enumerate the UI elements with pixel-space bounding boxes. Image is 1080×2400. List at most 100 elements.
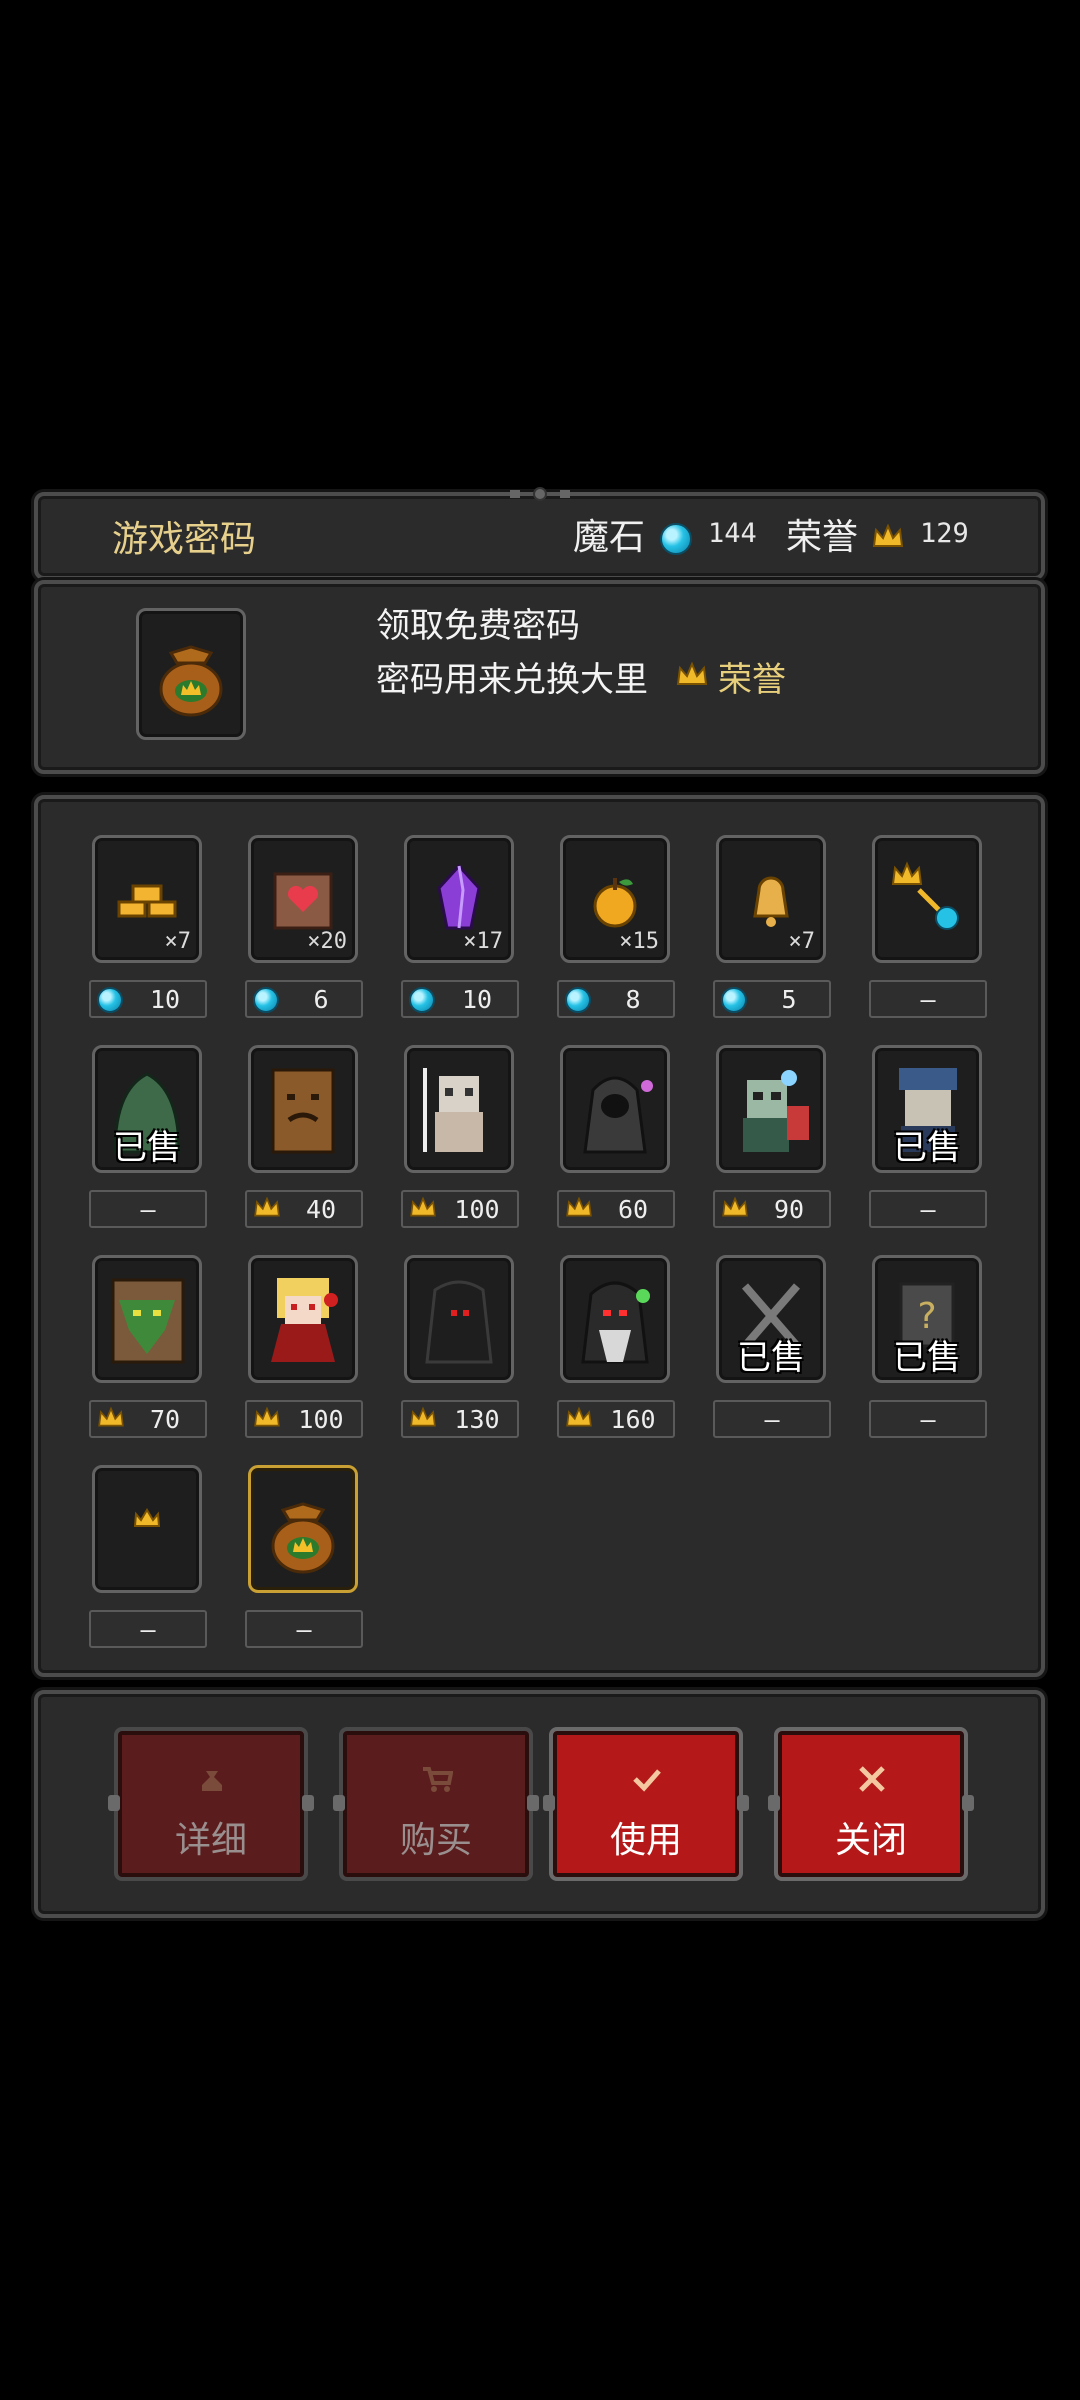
price-tag: 70 [89,1400,207,1438]
skeleton-knight-icon [423,1068,483,1152]
item-slot[interactable] [560,1045,670,1173]
price-tag: – [89,1190,207,1228]
button-rivet [527,1795,539,1811]
item-slot[interactable] [248,1465,358,1593]
item-slot[interactable] [248,1255,358,1383]
use-button[interactable]: 使用 [543,1727,749,1881]
item-slot[interactable] [560,1255,670,1383]
item-slot[interactable]: 已售 [872,1045,982,1173]
featured-item-slot[interactable] [136,608,246,740]
sold-label: 已售 [893,1128,961,1168]
price-tag: — [89,1610,207,1648]
item-slot[interactable]: 已售 [716,1255,826,1383]
button-rivet [737,1795,749,1811]
item-quantity: ×7 [164,929,192,954]
crown-icon [566,1407,592,1427]
item-slot[interactable] [92,1465,202,1593]
price-tag: 100 [401,1190,519,1228]
gold-bag-icon [159,645,223,717]
item-slot[interactable]: ×17 [404,835,514,963]
price-tag: 160 [557,1400,675,1438]
price-value: — [140,1614,156,1644]
price-tag: 5 [713,980,831,1018]
top-ornament [480,487,600,501]
price-value: 10 [461,984,493,1014]
price-value: — [920,984,936,1014]
price-tag: – [869,1190,987,1228]
price-tag: — [245,1610,363,1648]
price-value: – [920,1404,936,1434]
treant-icon [271,1068,335,1154]
item-quantity: ×20 [307,929,347,954]
info-line-1: 领取免费密码 [376,606,580,646]
page-title: 游戏密码 [112,519,257,560]
sold-label: 已售 [113,1128,181,1168]
zombie-soldier-icon [743,1070,809,1152]
close-button[interactable]: 关闭 [768,1727,974,1881]
price-tag: 60 [557,1190,675,1228]
price-value: 40 [305,1194,337,1224]
price-value: 100 [454,1194,500,1224]
crown-icon [133,1508,161,1527]
price-tag: 130 [401,1400,519,1438]
hooded-mage-icon [583,1076,653,1154]
price-value: – [920,1194,936,1224]
crown-icon [566,1197,592,1217]
price-tag: – [713,1400,831,1438]
item-slot[interactable] [404,1255,514,1383]
item-slot[interactable] [872,835,982,963]
item-slot[interactable]: ×7 [716,835,826,963]
item-slot[interactable] [404,1045,514,1173]
item-slot[interactable]: 已售 [92,1045,202,1173]
detail-button[interactable]: 详细 [108,1727,314,1881]
price-tag: — [869,980,987,1018]
crown-icon [722,1197,748,1217]
item-slot[interactable] [248,1045,358,1173]
gem-icon [97,987,123,1013]
price-value: 10 [149,984,181,1014]
button-rivet [543,1795,555,1811]
info-line-2: 密码用来兑换大里 [376,660,648,700]
price-value: – [764,1404,780,1434]
item-slot[interactable]: ×15 [560,835,670,963]
price-tag: 8 [557,980,675,1018]
item-slot[interactable] [716,1045,826,1173]
item-quantity: ×15 [619,929,659,954]
item-slot[interactable]: ? 已售 [872,1255,982,1383]
sold-label: 已售 [893,1338,961,1378]
price-tag: 90 [713,1190,831,1228]
price-tag: 100 [245,1400,363,1438]
price-tag: 6 [245,980,363,1018]
price-tag: 10 [89,980,207,1018]
price-value: 90 [773,1194,805,1224]
item-slot[interactable]: ×7 [92,835,202,963]
use-label: 使用 [609,1820,682,1861]
sold-label: 已售 [737,1338,805,1378]
crown-icon [410,1407,436,1427]
magic-stone-label: 魔石 [573,517,646,558]
price-value: 100 [298,1404,344,1434]
button-rivet [302,1795,314,1811]
crown-icon [98,1407,124,1427]
price-value: 70 [149,1404,181,1434]
crown-icon [254,1407,280,1427]
gem-icon [721,987,747,1013]
price-value: — [296,1614,312,1644]
buy-button[interactable]: 购买 [333,1727,539,1881]
magic-stone-count: 144 [708,518,757,549]
button-rivet [333,1795,345,1811]
price-value: 160 [610,1404,656,1434]
item-slot[interactable]: ×20 [248,835,358,963]
close-label: 关闭 [834,1820,907,1861]
check-icon [633,1769,661,1792]
item-slot[interactable] [92,1255,202,1383]
item-quantity: ×7 [788,929,816,954]
button-rivet [962,1795,974,1811]
button-rivet [108,1795,120,1811]
close-icon [859,1766,885,1792]
honor-label: 荣誉 [786,517,859,558]
price-tag: 40 [245,1190,363,1228]
forest-guardian-icon [111,1278,185,1364]
vampire-girl-icon [271,1278,338,1362]
item-quantity: ×17 [463,929,503,954]
